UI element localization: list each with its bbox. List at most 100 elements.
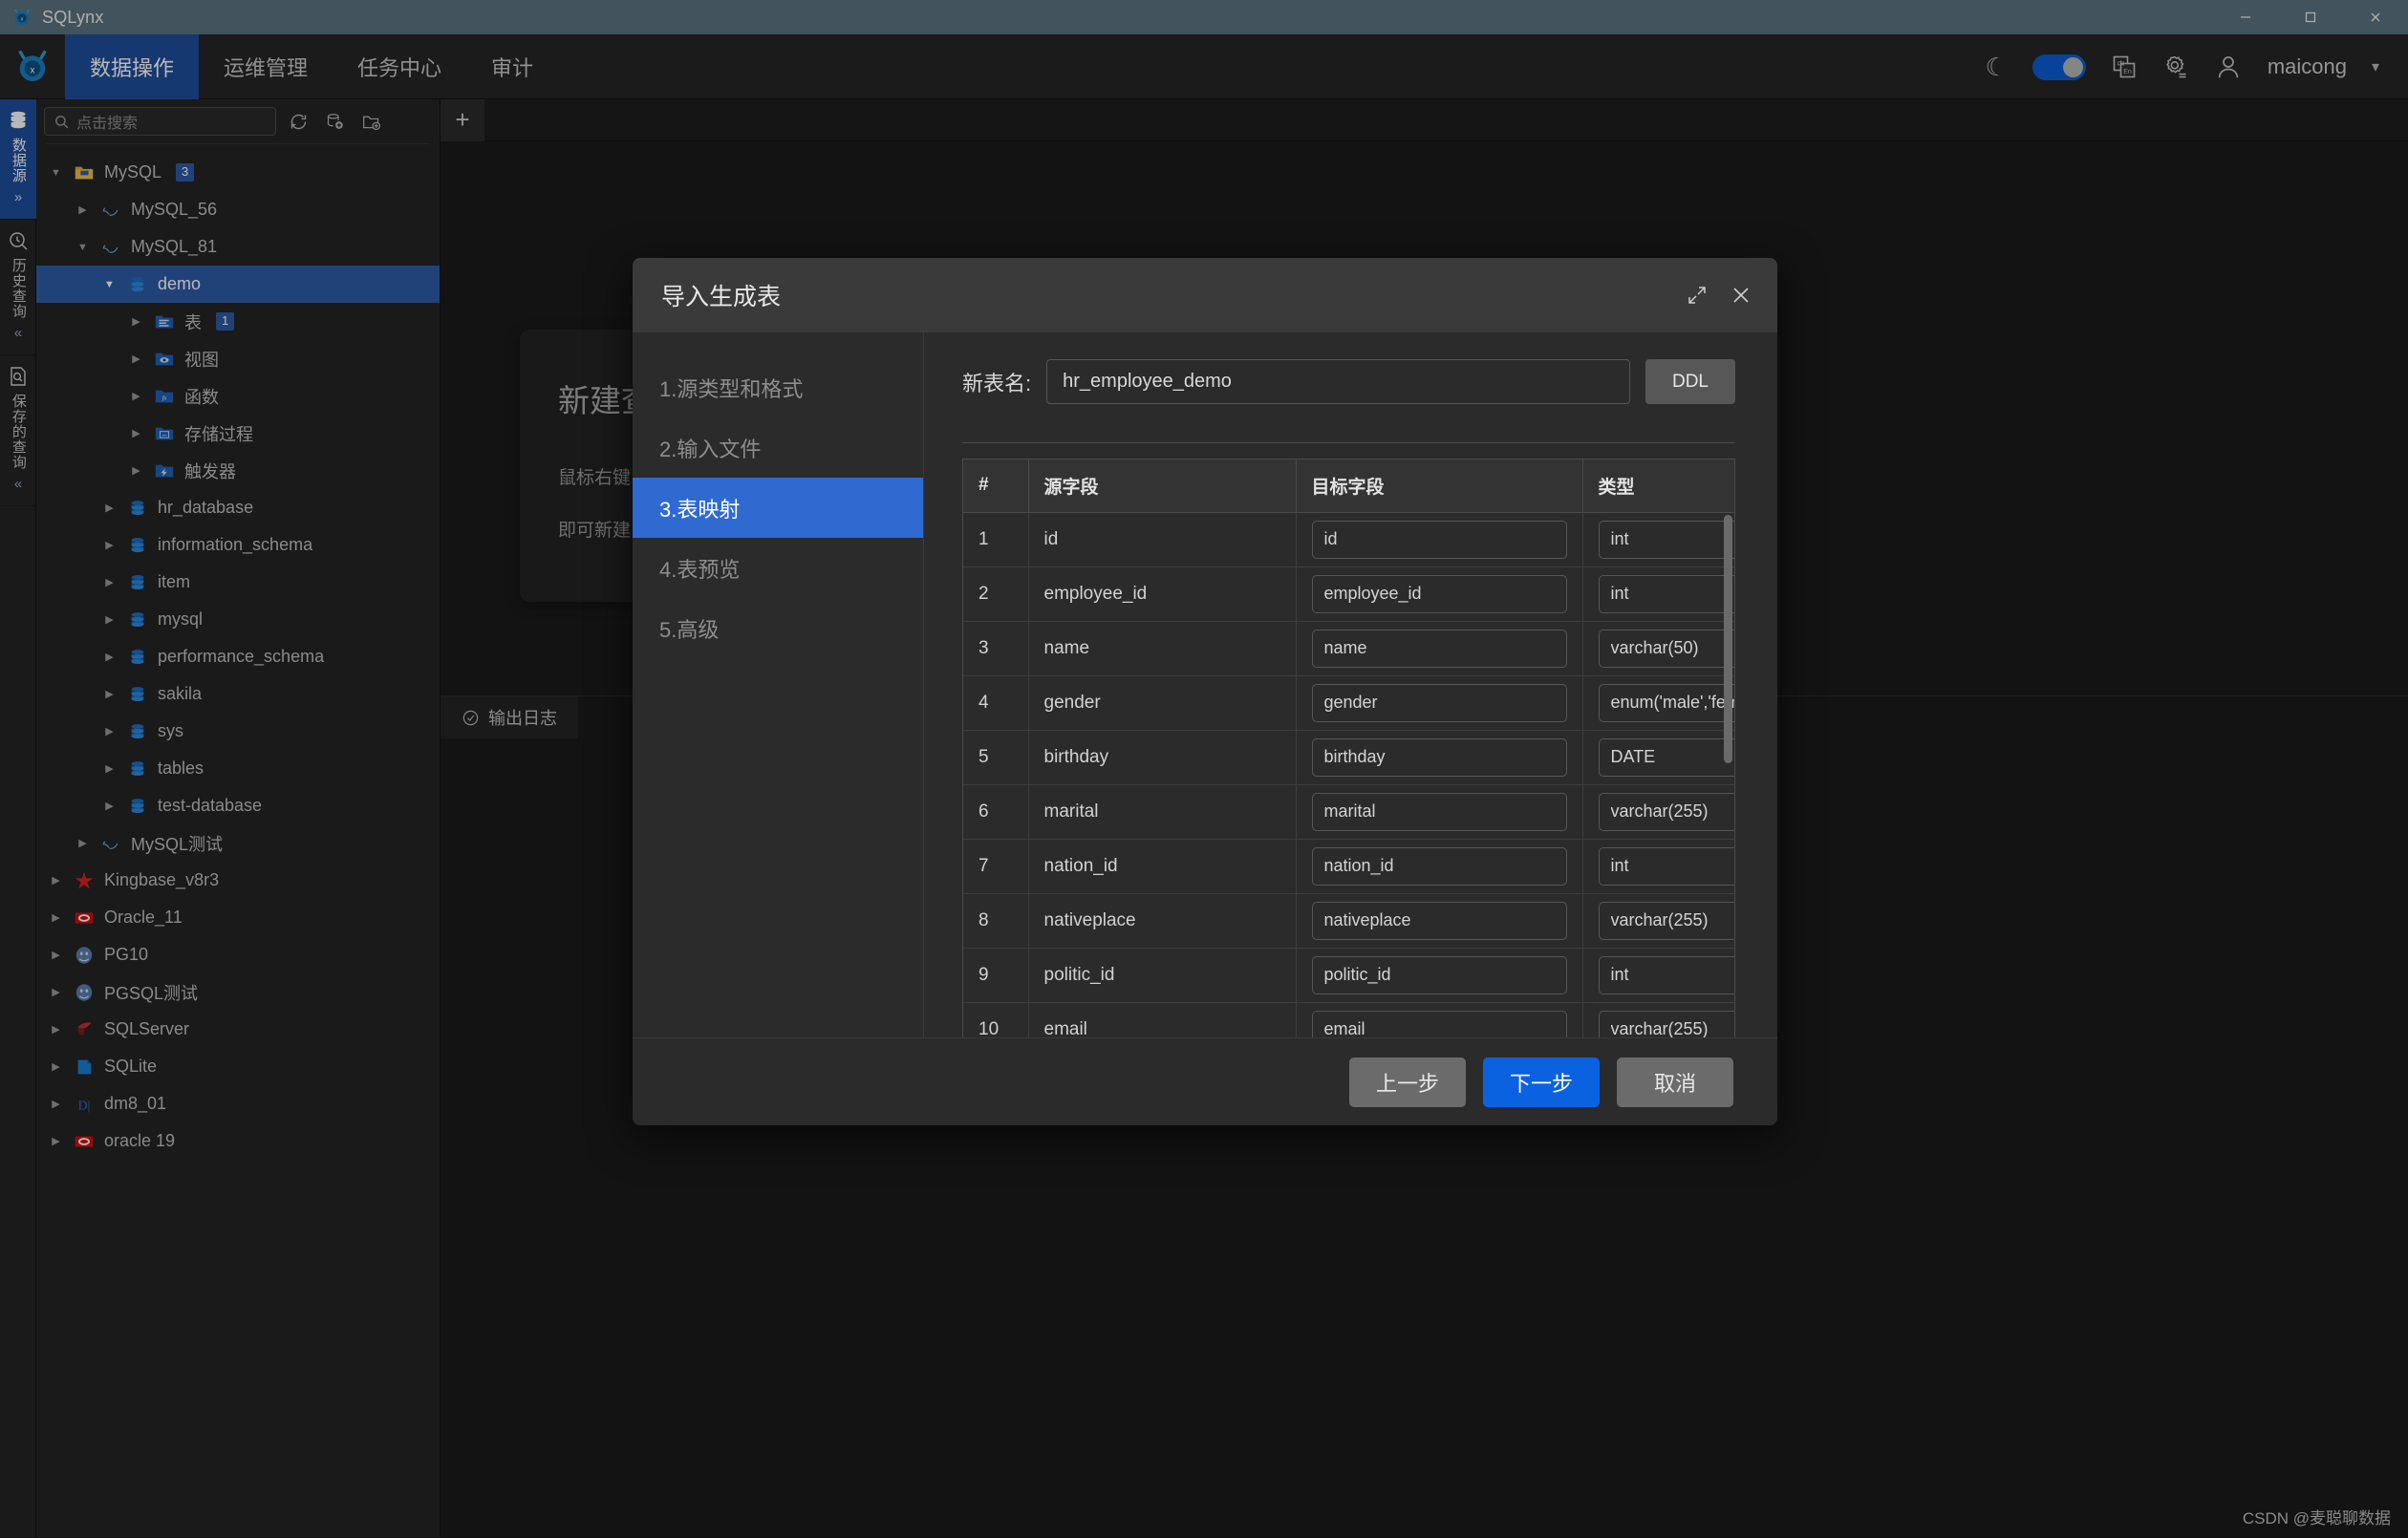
new-table-name-input[interactable] [1046,359,1630,404]
target-field-input[interactable] [1312,684,1567,722]
type-select-value: varchar(255) [1611,1019,1709,1037]
table-row: 8nativeplace varchar(255)⌄ [963,893,1735,948]
type-select[interactable]: int⌄ [1599,847,1736,886]
previous-step-button[interactable]: 上一步 [1349,1057,1466,1107]
cell-source-field: nation_id [1028,839,1296,893]
target-field-input[interactable] [1312,575,1567,613]
dialog-header-buttons [1686,284,1752,307]
dialog-body: 1.源类型和格式2.输入文件3.表映射4.表预览5.高级 新表名: DDL # … [633,332,1777,1037]
new-table-name-row: 新表名: DDL [962,359,1735,404]
wizard-step-2[interactable]: 2.输入文件 [633,417,923,478]
table-row: 3namevarchar(50)⌄ [963,621,1735,675]
next-step-button[interactable]: 下一步 [1483,1057,1600,1107]
cell-target-field [1296,675,1582,730]
cell-target-field [1296,512,1582,566]
table-header-row: # 源字段 目标字段 类型 [963,459,1735,513]
th-source-field: 源字段 [1028,459,1296,513]
target-field-input[interactable] [1312,847,1567,886]
table-row: 5birthday DATE⌄ [963,730,1735,784]
table-row: 7nation_id int⌄ [963,839,1735,893]
wizard-step-3[interactable]: 3.表映射 [633,478,923,538]
cell-type: int⌄ [1582,566,1735,621]
content-divider [962,442,1735,443]
type-select[interactable]: varchar(255)⌄ [1599,902,1736,940]
target-field-input[interactable] [1312,1011,1567,1037]
cell-target-field [1296,784,1582,839]
cell-index: 7 [963,839,1028,893]
new-table-name-label: 新表名: [962,367,1031,397]
app-root: x SQLynx x [0,0,2408,1538]
type-select[interactable]: int⌄ [1599,575,1736,613]
th-type: 类型 [1582,459,1735,513]
watermark: CSDN @麦聪聊数据 [2243,1505,2391,1528]
type-select-value: int [1611,965,1629,985]
cell-source-field: marital [1028,784,1296,839]
cell-source-field: politic_id [1028,948,1296,1002]
target-field-input[interactable] [1312,902,1567,940]
cell-type: int⌄ [1582,839,1735,893]
type-select[interactable]: DATE⌄ [1599,738,1736,777]
table-vertical-scrollbar[interactable] [1724,515,1732,763]
type-select[interactable]: int⌄ [1599,521,1736,559]
cell-target-field [1296,621,1582,675]
wizard-step-1[interactable]: 1.源类型和格式 [633,357,923,417]
cell-type: DATE⌄ [1582,730,1735,784]
cancel-button[interactable]: 取消 [1617,1057,1733,1107]
target-field-input[interactable] [1312,793,1567,831]
cell-index: 5 [963,730,1028,784]
cell-target-field [1296,1002,1582,1037]
cell-source-field: email [1028,1002,1296,1037]
cell-source-field: nativeplace [1028,893,1296,948]
type-select[interactable]: varchar(255)⌄ [1599,793,1736,831]
cell-index: 1 [963,512,1028,566]
type-select[interactable]: varchar(255)⌄ [1599,1011,1736,1037]
type-select[interactable]: int⌄ [1599,956,1736,994]
type-select[interactable]: enum('male','fema⌄ [1599,684,1736,722]
type-select-value: varchar(50) [1611,638,1699,658]
cell-index: 2 [963,566,1028,621]
expand-icon [1686,284,1709,307]
type-select-value: int [1611,529,1629,549]
cell-index: 8 [963,893,1028,948]
cell-source-field: employee_id [1028,566,1296,621]
cell-type: varchar(50)⌄ [1582,621,1735,675]
expand-button[interactable] [1686,284,1709,307]
th-target-field: 目标字段 [1296,459,1582,513]
cell-index: 9 [963,948,1028,1002]
dialog-title: 导入生成表 [661,278,781,312]
cell-type: varchar(255)⌄ [1582,893,1735,948]
target-field-input[interactable] [1312,956,1567,994]
cell-source-field: birthday [1028,730,1296,784]
mapping-table-wrapper: # 源字段 目标字段 类型 1idint⌄2employee_idint⌄3na… [962,459,1735,1037]
mapping-rows: 1idint⌄2employee_idint⌄3namevarchar(50)⌄… [963,512,1735,1037]
cell-type: int⌄ [1582,512,1735,566]
target-field-input[interactable] [1312,738,1567,777]
cell-target-field [1296,566,1582,621]
cell-index: 10 [963,1002,1028,1037]
table-row: 4gender enum('male','fema⌄ [963,675,1735,730]
target-field-input[interactable] [1312,630,1567,668]
cell-type: enum('male','fema⌄ [1582,675,1735,730]
type-select[interactable]: varchar(50)⌄ [1599,630,1736,668]
type-select-value: int [1611,584,1629,604]
type-select-value: DATE [1611,747,1656,767]
cell-type: varchar(255)⌄ [1582,784,1735,839]
close-icon [1730,284,1752,307]
column-mapping-table: # 源字段 目标字段 类型 1idint⌄2employee_idint⌄3na… [963,459,1735,1037]
ddl-button[interactable]: DDL [1645,359,1735,404]
cell-type: int⌄ [1582,948,1735,1002]
cell-index: 4 [963,675,1028,730]
type-select-value: enum('male','fema [1611,693,1736,713]
type-select-value: int [1611,856,1629,876]
table-row: 2employee_id int⌄ [963,566,1735,621]
cell-target-field [1296,893,1582,948]
table-row: 10email varchar(255)⌄ [963,1002,1735,1037]
cell-source-field: gender [1028,675,1296,730]
wizard-step-5[interactable]: 5.高级 [633,598,923,658]
cell-source-field: name [1028,621,1296,675]
target-field-input[interactable] [1312,521,1567,559]
dialog-close-button[interactable] [1730,284,1752,307]
wizard-step-4[interactable]: 4.表预览 [633,538,923,598]
cell-index: 6 [963,784,1028,839]
type-select-value: varchar(255) [1611,801,1709,822]
